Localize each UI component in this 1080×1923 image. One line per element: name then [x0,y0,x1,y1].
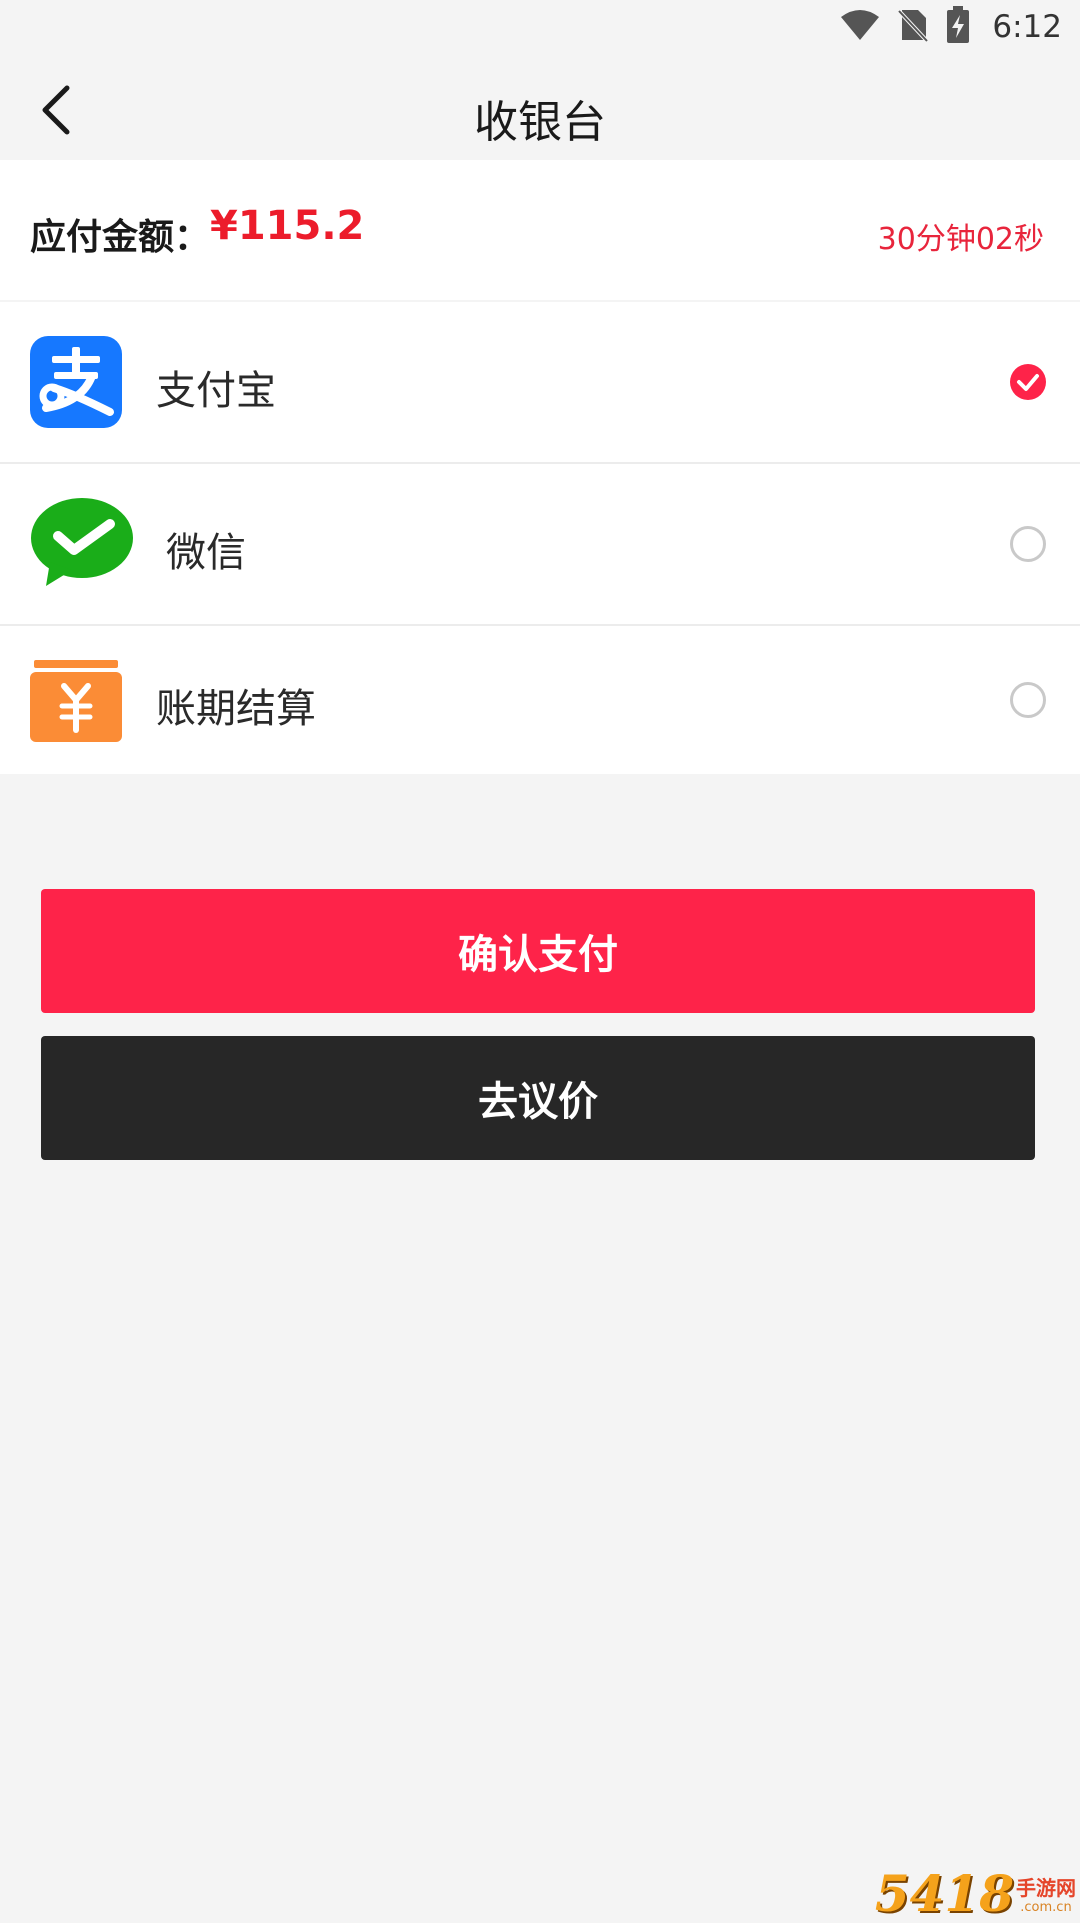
payment-option-label: 微信 [166,530,246,576]
payment-option-alipay[interactable]: 支付宝 [0,302,1080,464]
amount-value: ¥115.2 [210,203,365,249]
payment-countdown: 30分钟02秒 [877,222,1044,257]
payment-option-label: 支付宝 [156,368,276,414]
payment-option-credit-term[interactable]: 账期结算 [0,626,1080,774]
status-bar: 6:12 [0,0,1080,64]
no-sim-icon [897,8,929,46]
amount-label: 应付金额： [30,217,211,258]
amount-row: 应付金额： ¥115.2 30分钟02秒 [0,160,1080,300]
credit-term-icon [30,660,122,746]
watermark-subtext: .com.cn [1020,1900,1072,1915]
nav-bar: 收银台 [0,64,1080,160]
wifi-icon [840,9,880,45]
payment-option-label: 账期结算 [156,686,316,732]
confirm-payment-button[interactable]: 确认支付 [41,889,1035,1013]
negotiate-price-button[interactable]: 去议价 [41,1036,1035,1160]
watermark-text: 手游网 [1016,1876,1076,1900]
watermark-text-block: 手游网 .com.cn [1016,1876,1076,1916]
radio-unchecked-icon[interactable] [1010,526,1046,562]
page-title: 收银台 [474,97,606,148]
battery-charging-icon [946,6,970,48]
status-time: 6:12 [992,9,1062,45]
status-icons: 6:12 [840,5,1062,49]
watermark-number: 5418 [874,1864,1014,1923]
radio-checked-icon[interactable] [1010,364,1046,400]
radio-unchecked-icon[interactable] [1010,682,1046,718]
wechat-icon [30,496,134,592]
alipay-icon [30,336,122,432]
watermark-logo: 5418 手游网 .com.cn [875,1864,1076,1920]
payment-option-wechat[interactable]: 微信 [0,464,1080,626]
payment-method-list: 支付宝 微信 账期结算 [0,302,1080,774]
